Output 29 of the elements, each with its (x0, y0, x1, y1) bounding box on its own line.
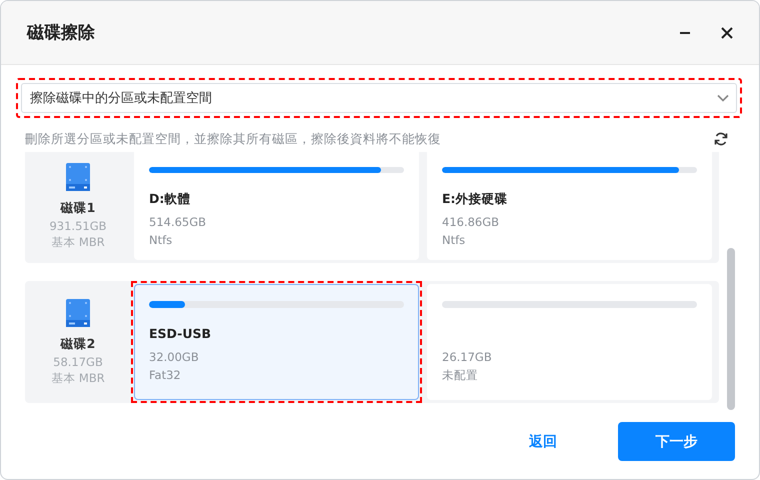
hard-drive-icon (65, 298, 91, 328)
partition-name: ESD-USB (149, 326, 212, 343)
disk-name: 磁碟1 (60, 200, 96, 217)
disk-size: 931.51GB (49, 219, 107, 233)
partition-size: 514.65GB (149, 214, 208, 231)
back-button[interactable]: 返回 (498, 422, 588, 461)
partition-size: 416.86GB (442, 214, 500, 231)
scrollbar-thumb[interactable] (727, 248, 735, 410)
disk-size: 58.17GB (53, 355, 103, 369)
next-button[interactable]: 下一步 (618, 422, 735, 461)
disk-name: 磁碟2 (60, 336, 96, 353)
window-title: 磁碟擦除 (27, 22, 96, 44)
partition-card[interactable]: D:軟體 514.65GB Ntfs (134, 152, 419, 260)
partition-size: 26.17GB (442, 349, 493, 366)
hard-drive-icon (65, 162, 91, 192)
file-system: 未配置 (442, 367, 479, 384)
partition-card[interactable]: E:外接硬碟 416.86GB Ntfs (427, 152, 712, 260)
partition-name: D:軟體 (149, 191, 192, 208)
refresh-icon[interactable] (713, 131, 729, 147)
dropdown-field[interactable]: 擦除磁碟中的分區或未配置空間 (21, 83, 737, 113)
partition-name: E:外接硬碟 (442, 191, 509, 208)
file-system: Ntfs (149, 232, 174, 249)
file-system: Fat32 (149, 367, 182, 384)
file-system: Ntfs (442, 232, 466, 249)
disk-type: 基本 MBR (51, 235, 105, 250)
disk-type: 基本 MBR (51, 371, 105, 386)
description-text: 刪除所選分區或未配置空間，並擦除其所有磁區，擦除後資料將不能恢復 (25, 130, 442, 148)
partition-card[interactable]: ESD-USB 32.00GB Fat32 (134, 284, 419, 400)
partition-size: 32.00GB (149, 349, 200, 366)
